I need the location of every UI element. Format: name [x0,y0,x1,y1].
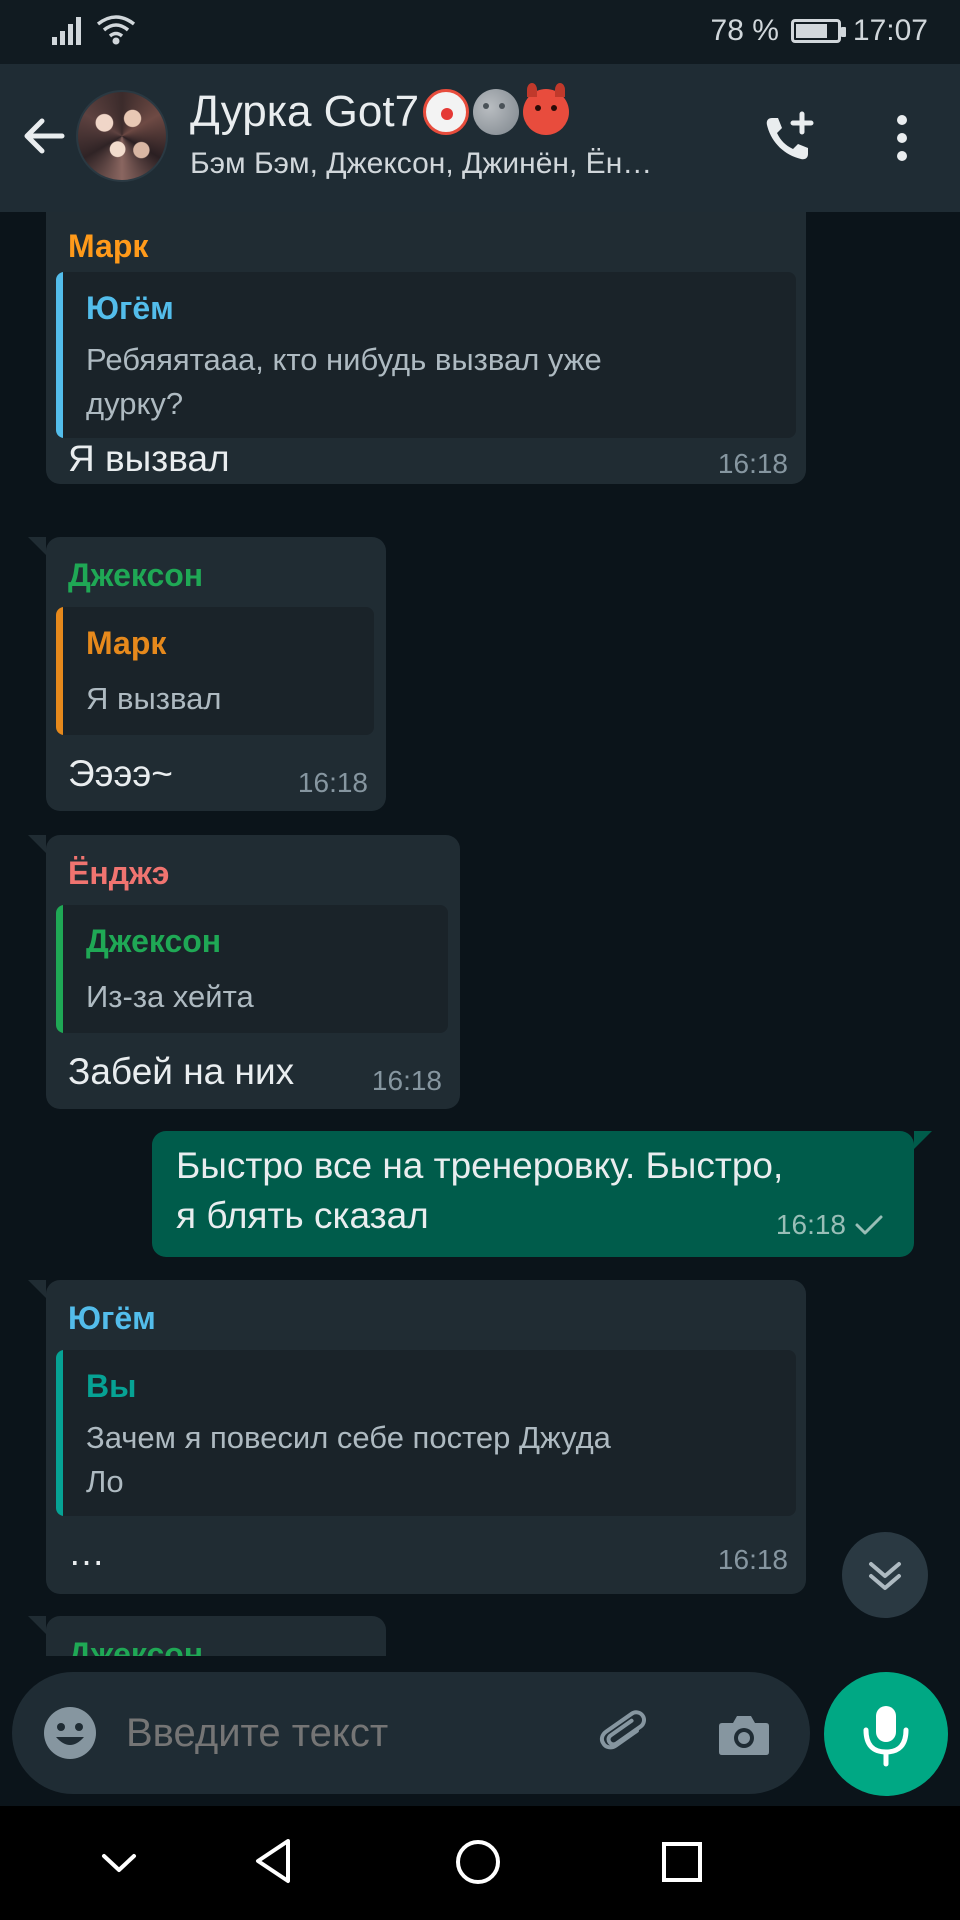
chat-participants: Бэм Бэм, Джексон, Джинён, Ён… [190,147,653,180]
group-avatar[interactable] [76,90,168,182]
nav-back-icon[interactable] [250,1836,296,1886]
quoted-message[interactable]: Вы Зачем я повесил себе постер Джуда Ло [56,1350,796,1516]
battery-percent: 78 % [710,14,779,47]
message-time: 16:18 [297,767,368,798]
camera-icon[interactable] [714,1705,774,1765]
message-bubble[interactable]: Ёнджэ Джексон Из-за хейта Забей на них 1… [28,835,460,1109]
message-time: 16:18 [371,1065,442,1096]
add-call-icon[interactable] [758,108,818,168]
message-text: Забей на них [68,1051,295,1092]
message-sender: Марк [68,228,149,264]
message-input[interactable] [126,1702,466,1764]
battery-icon [790,19,846,43]
quote-bar [56,607,63,735]
quoted-message[interactable]: Джексон Из-за хейта [56,905,448,1033]
quoted-text: Зачем я повесил себе постер Джуда Ло [86,1416,611,1504]
outgoing-message-bubble[interactable]: Быстро все на тренеровку. Быстро, я блят… [152,1131,932,1257]
message-time: 16:18 [775,1209,846,1240]
quoted-text-line: дурку? [86,386,184,421]
scroll-to-bottom-button[interactable] [842,1532,928,1618]
quoted-text-line: Ребяяятааа, кто нибудь вызвал уже [86,342,602,377]
back-arrow-icon[interactable] [16,108,72,164]
sent-check-icon [855,1215,883,1235]
quoted-sender: Джексон [86,923,222,959]
smiling-devil-icon [523,83,570,135]
quote-bar [56,905,63,1033]
quoted-text: Я вызвал [86,681,222,716]
message-time: 16:18 [717,448,788,479]
quoted-text-line: Зачем я повесил себе постер Джуда [86,1420,611,1455]
message-sender: Джексон [68,557,204,593]
quote-bar [56,1350,63,1516]
message-sender: Югём [68,1300,156,1336]
quote-bar [56,272,63,438]
quoted-text: Ребяяятааа, кто нибудь вызвал уже дурку? [86,338,602,426]
quoted-sender: Югём [86,290,174,326]
clown-face-icon [423,89,470,135]
message-sender: Джексон [68,1636,204,1656]
message-list[interactable]: Марк Югём Ребяяятааа, кто нибудь вызвал … [0,212,960,1656]
emoji-icon[interactable] [42,1705,98,1761]
clock: 17:07 [852,14,928,47]
attach-icon[interactable] [596,1705,656,1765]
new-moon-face-icon [473,89,520,135]
message-bubble[interactable]: Джексон [28,1616,386,1656]
quoted-sender: Вы [86,1368,137,1404]
signal-icon [52,17,81,45]
message-text-line: я блять сказал [176,1195,429,1236]
voice-record-button[interactable] [824,1672,948,1796]
microphone-icon [863,1706,909,1767]
quoted-sender: Марк [86,625,167,661]
system-nav-bar [0,1806,960,1920]
double-chevron-down-icon [869,1562,901,1590]
message-bubble[interactable]: Марк Югём Ребяяятааа, кто нибудь вызвал … [46,212,806,484]
message-text-line: Быстро все на тренеровку. Быстро, [176,1145,784,1186]
status-bar: 78 % 17:07 [0,0,960,64]
nav-recents-icon[interactable] [660,1840,704,1884]
message-text: Ээээ~ [68,753,173,794]
quoted-text-line: Ло [86,1464,124,1499]
message-text: Я вызвал [68,438,230,479]
nav-home-icon[interactable] [454,1838,502,1886]
message-bubble[interactable]: Югём Вы Зачем я повесил себе постер Джуд… [28,1280,806,1594]
chat-title-area[interactable]: Дурка Got7 Бэм Бэм, Джексон, Джинён, Ён… [190,83,750,184]
message-composer [12,1672,810,1794]
more-options-icon[interactable] [872,108,932,168]
chat-header: Дурка Got7 Бэм Бэм, Джексон, Джинён, Ён… [0,64,960,212]
message-meta: 16:18 [776,1209,884,1241]
message-time: 16:18 [717,1544,788,1575]
hide-keyboard-icon[interactable] [96,1840,142,1886]
quoted-message[interactable]: Марк Я вызвал [56,607,374,735]
message-text: Быстро все на тренеровку. Быстро, я блят… [176,1141,783,1241]
chat-title: Дурка Got7 [190,83,750,140]
wifi-icon [96,15,136,45]
chat-title-text: Дурка Got7 [190,87,420,136]
quoted-message[interactable]: Югём Ребяяятааа, кто нибудь вызвал уже д… [56,272,796,438]
message-bubble[interactable]: Джексон Марк Я вызвал Ээээ~ 16:18 [28,537,386,811]
quoted-text: Из-за хейта [86,979,254,1014]
message-text: … [68,1532,105,1573]
message-sender: Ёнджэ [68,855,170,891]
